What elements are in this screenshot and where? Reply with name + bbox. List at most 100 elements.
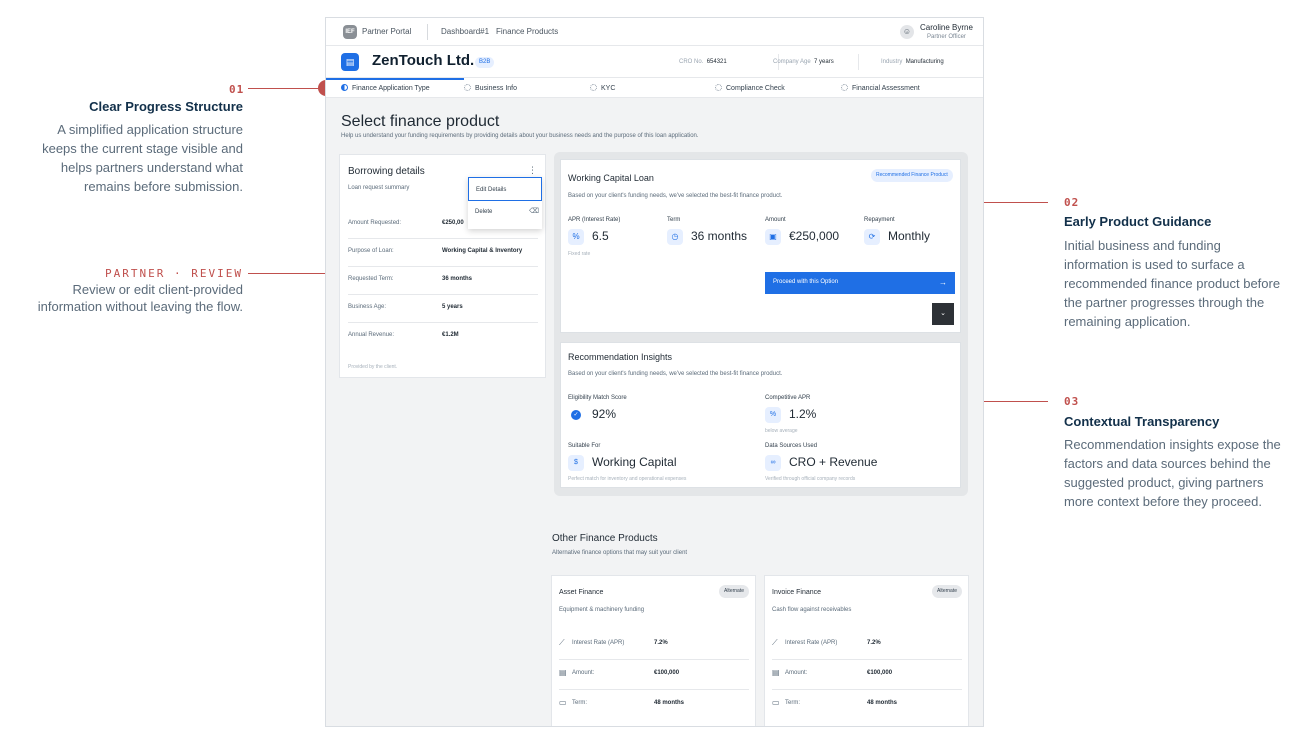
alternate-badge: Alternate bbox=[931, 585, 962, 598]
cash-icon: ▤ bbox=[559, 668, 567, 677]
product-description: Equipment & machinery funding bbox=[559, 607, 645, 613]
metric-label: Term bbox=[667, 217, 681, 223]
company-age: Company Age 7 years bbox=[773, 59, 834, 65]
annotation-body: Recommendation insights expose the facto… bbox=[1064, 437, 1281, 509]
borrowing-row-value: €250,00 bbox=[442, 220, 464, 226]
company-industry: Industry Manufacturing bbox=[881, 59, 944, 65]
annotation-number: 02 bbox=[1064, 196, 1080, 209]
annotation-title: Contextual Transparency bbox=[1064, 414, 1220, 429]
product-row-label: Amount: bbox=[572, 670, 595, 676]
portal-label[interactable]: Partner Portal bbox=[362, 27, 411, 36]
metric-label: Amount bbox=[765, 217, 786, 223]
product-card-asset-finance[interactable]: Asset Finance Alternate Equipment & mach… bbox=[551, 575, 756, 726]
insight-data-sources: Data Sources Used ∞ CRO + Revenue Verifi… bbox=[765, 443, 877, 482]
annotation-number: 01 bbox=[229, 83, 245, 96]
step-compliance-check[interactable]: Compliance Check bbox=[715, 84, 785, 92]
edit-details-menu-item[interactable]: Edit Details bbox=[468, 177, 542, 201]
refresh-icon: ⟳ bbox=[864, 229, 880, 245]
borrowing-row-label: Purpose of Loan: bbox=[348, 248, 394, 254]
company-building-icon: ▤ bbox=[341, 53, 359, 71]
calendar-icon: ▭ bbox=[772, 698, 780, 707]
step-active-icon bbox=[341, 84, 348, 91]
product-row-label: Interest Rate (APR) bbox=[572, 640, 625, 646]
step-pending-icon bbox=[715, 84, 722, 91]
borrowing-row-value: 36 months bbox=[442, 276, 473, 282]
insight-eligibility: Eligibility Match Score ✓ 92% bbox=[568, 395, 627, 423]
product-row-value: 7.2% bbox=[867, 640, 881, 646]
annotation-body: Review or edit client-provided informati… bbox=[37, 282, 243, 314]
step-business-info[interactable]: Business Info bbox=[464, 84, 517, 92]
borrowing-row: Requested Term: 36 months bbox=[348, 267, 538, 295]
metric-label: APR (Interest Rate) bbox=[568, 217, 621, 223]
step-finance-application-type[interactable]: Finance Application Type bbox=[341, 84, 430, 92]
company-meta-divider bbox=[858, 54, 859, 70]
annotation-number: 03 bbox=[1064, 395, 1080, 408]
product-row-label: Amount: bbox=[785, 670, 808, 676]
product-row-label: Interest Rate (APR) bbox=[785, 640, 838, 646]
more-options-icon[interactable]: ⋮ bbox=[528, 165, 537, 176]
borrowing-actions-menu: Edit Details Delete ⌫ bbox=[468, 177, 542, 229]
product-name: Asset Finance bbox=[559, 589, 604, 596]
product-row: ▤ Amount: €100,000 bbox=[772, 660, 962, 690]
delete-icon[interactable]: ⌫ bbox=[529, 207, 539, 215]
user-avatar-icon[interactable]: ☺ bbox=[900, 25, 914, 39]
company-header: ▤ ZenTouch Ltd. B2B CRO No. 654321 Compa… bbox=[326, 46, 983, 78]
metric-value: €250,000 bbox=[789, 229, 840, 243]
product-row: ▭ Term: 48 months bbox=[559, 690, 749, 720]
insight-value: 1.2% bbox=[789, 407, 817, 421]
calendar-icon: ▭ bbox=[559, 698, 567, 707]
proceed-button[interactable]: Proceed with this Option → bbox=[765, 272, 955, 294]
insight-value: Working Capital bbox=[592, 455, 677, 469]
breadcrumb-dashboard[interactable]: Dashboard#1 bbox=[441, 27, 489, 36]
page-title: Select finance product bbox=[341, 113, 500, 130]
step-kyc[interactable]: KYC bbox=[590, 84, 615, 92]
page-subtitle: Help us understand your funding requirem… bbox=[341, 133, 699, 139]
insight-note: Perfect match for inventory and operatio… bbox=[568, 476, 687, 482]
step-financial-assessment[interactable]: Financial Assessment bbox=[841, 84, 920, 92]
topbar-divider bbox=[427, 24, 428, 40]
annotation-body: Initial business and funding information… bbox=[1064, 238, 1281, 329]
borrowing-details-title: Borrowing details bbox=[348, 166, 425, 177]
borrowing-row: Annual Revenue: €1.2M bbox=[348, 323, 538, 351]
top-navigation-bar: IEF Partner Portal Dashboard#1 Finance P… bbox=[326, 18, 983, 46]
expand-chevron-button[interactable]: ⌄ bbox=[932, 303, 954, 325]
insight-label: Competitive APR bbox=[765, 395, 811, 401]
cro-number: CRO No. 654321 bbox=[679, 59, 727, 65]
borrowing-footnote: Provided by the client. bbox=[348, 364, 398, 370]
user-role: Partner Officer bbox=[927, 34, 966, 40]
percent-icon: % bbox=[568, 229, 584, 245]
annotation-title: Clear Progress Structure bbox=[89, 99, 243, 114]
delete-menu-item[interactable]: Delete bbox=[475, 209, 492, 215]
breadcrumb-finance-products[interactable]: Finance Products bbox=[496, 27, 558, 36]
borrowing-row-label: Business Age: bbox=[348, 304, 387, 310]
annotation-title: Early Product Guidance bbox=[1064, 214, 1212, 229]
insight-value: CRO + Revenue bbox=[789, 455, 878, 469]
partner-portal-window: IEF Partner Portal Dashboard#1 Finance P… bbox=[325, 17, 984, 727]
product-card-invoice-finance[interactable]: Invoice Finance Alternate Cash flow agai… bbox=[764, 575, 969, 726]
portal-logo[interactable]: IEF bbox=[343, 25, 357, 39]
borrowing-row-label: Requested Term: bbox=[348, 276, 394, 282]
product-row: ⟋ Interest Rate (APR) 7.2% bbox=[559, 630, 749, 660]
metric-value: Monthly bbox=[888, 229, 931, 243]
recommended-product-title: Working Capital Loan bbox=[568, 173, 654, 183]
trend-chart-icon: ⟋ bbox=[559, 638, 565, 647]
stepper-progress-bar bbox=[326, 78, 464, 80]
insight-competitive-apr: Competitive APR % 1.2% below average bbox=[765, 395, 816, 434]
metric-apr: APR (Interest Rate) % 6.5 Fixed rate bbox=[568, 217, 621, 257]
recommended-badge: Recommended Finance Product bbox=[871, 169, 953, 182]
metric-value: 36 months bbox=[691, 229, 748, 243]
product-row-label: Term: bbox=[785, 700, 800, 706]
borrowing-row-value: 5 years bbox=[442, 304, 463, 310]
product-row-value: €100,000 bbox=[654, 670, 680, 676]
borrowing-row-label: Annual Revenue: bbox=[348, 332, 395, 338]
metric-repayment: Repayment ⟳ Monthly bbox=[864, 217, 930, 245]
insight-label: Eligibility Match Score bbox=[568, 395, 627, 401]
user-name[interactable]: Caroline Byrne bbox=[920, 23, 973, 32]
metric-note: Fixed rate bbox=[568, 251, 591, 257]
metric-term: Term ◷ 36 months bbox=[667, 217, 747, 245]
borrowing-row-value: Working Capital & Inventory bbox=[442, 248, 523, 254]
product-row-value: 48 months bbox=[867, 700, 898, 706]
product-row-value: 48 months bbox=[654, 700, 685, 706]
annotation-title: PARTNER · REVIEW bbox=[105, 267, 243, 280]
company-type-badge: B2B bbox=[475, 57, 495, 68]
